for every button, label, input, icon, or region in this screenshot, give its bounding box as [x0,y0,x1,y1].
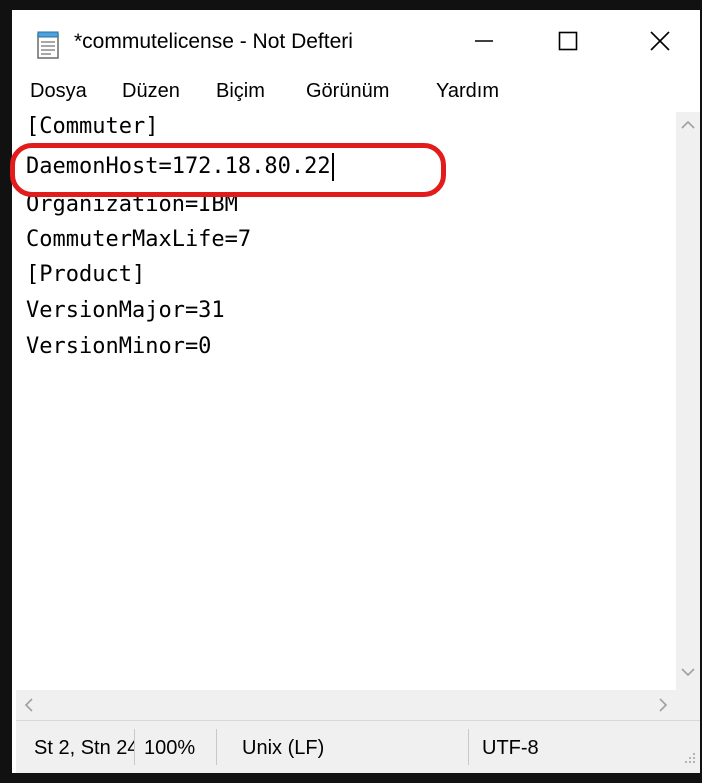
editor-line: VersionMajor=31 [26,298,225,323]
menu-yardim[interactable]: Yardım [436,80,499,103]
editor-line-active: DaemonHost=172.18.80.22 [26,152,334,182]
editor-line: Organization=IBM [26,192,238,217]
scrollbar-corner [676,690,700,720]
scroll-down-icon[interactable] [679,665,697,684]
status-zoom: 100% [144,737,196,759]
editor-line: [Product] [26,262,146,287]
status-position: St 2, Stn 24 [34,737,134,759]
status-divider [468,729,469,765]
editor-line: VersionMinor=0 [26,334,212,359]
window-title: *commutelicense - Not Defteri [74,30,353,53]
maximize-button[interactable] [520,10,616,76]
maximize-icon [558,31,578,56]
menu-dosya[interactable]: Dosya [30,80,87,103]
scroll-up-icon[interactable] [679,118,697,137]
editor-line: CommuterMaxLife=7 [26,227,252,252]
editor-line: [Commuter] [26,114,159,139]
scroll-left-icon[interactable] [22,696,36,719]
minimize-button[interactable] [436,10,532,76]
status-line-ending: Unix (LF) [242,737,325,759]
vertical-scrollbar[interactable] [676,112,700,690]
status-bar: St 2, Stn 24 100% Unix (LF) UTF-8 [16,720,700,773]
title-bar[interactable]: *commutelicense - Not Defteri [12,10,700,76]
status-divider [134,729,135,765]
close-icon [650,30,670,56]
text-caret [331,153,334,181]
menu-duzen[interactable]: Düzen [122,80,180,103]
scroll-right-icon[interactable] [656,696,670,719]
horizontal-scrollbar[interactable] [16,690,676,720]
menu-bicim[interactable]: Biçim [216,80,265,103]
notepad-icon [36,30,60,60]
editor-line-text: DaemonHost=172.18.80.22 [26,154,331,179]
menu-bar: Dosya Düzen Biçim Görünüm Yardım [12,76,700,112]
status-divider [216,729,217,765]
resize-grip-icon[interactable] [682,750,696,769]
minimize-icon [474,31,494,56]
menu-gorunum[interactable]: Görünüm [306,80,389,103]
status-encoding: UTF-8 [482,737,539,759]
text-editor[interactable]: [Commuter] DaemonHost=172.18.80.22 Organ… [16,112,676,690]
close-button[interactable] [612,10,702,76]
